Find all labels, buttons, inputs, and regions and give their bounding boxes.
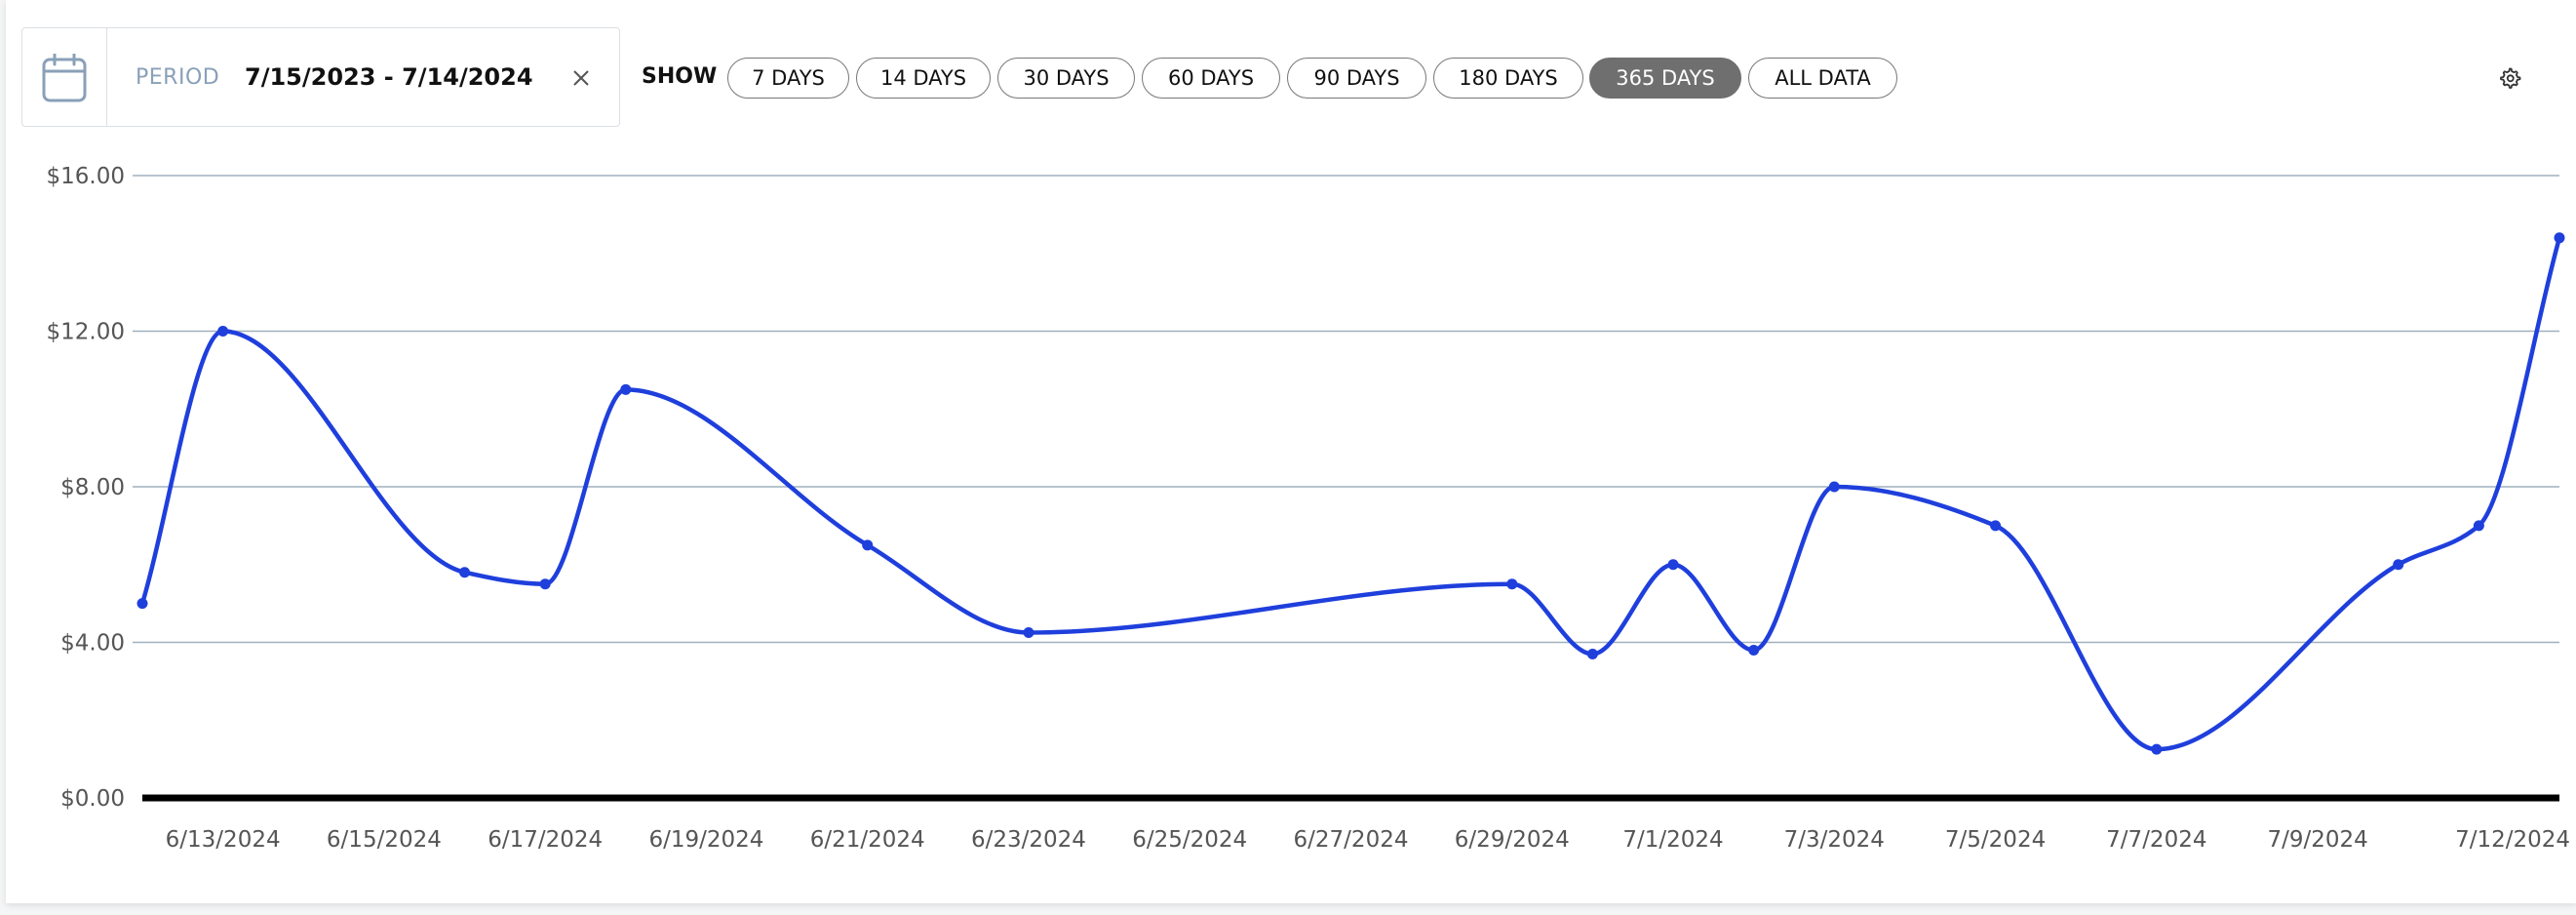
x-tick-label: 7/1/2024 <box>1622 827 1723 853</box>
x-axis-ticks: 6/13/2024 6/15/2024 6/17/2024 6/19/2024 6/21… <box>166 827 2570 853</box>
y-tick-label: $4.00 <box>60 631 125 656</box>
grid-lines <box>133 175 2559 802</box>
data-point <box>2151 743 2163 755</box>
x-tick-label: 7/12/2024 <box>2455 827 2570 853</box>
x-tick-label: 7/3/2024 <box>1784 827 1885 853</box>
data-point <box>539 578 551 590</box>
x-tick-label: 6/29/2024 <box>1455 827 1570 853</box>
data-point <box>137 598 148 610</box>
data-point <box>862 539 874 551</box>
y-tick-label: $12.00 <box>47 320 125 345</box>
x-tick-label: 7/5/2024 <box>1945 827 2046 853</box>
data-point <box>1506 578 1518 590</box>
data-point <box>1990 520 2002 532</box>
y-tick-label: $8.00 <box>60 475 125 500</box>
data-point <box>2554 232 2565 244</box>
x-tick-label: 6/19/2024 <box>648 827 763 853</box>
line-chart: $0.00$4.00$8.00$12.00$16.00 6/13/2024 6/1… <box>47 164 2570 853</box>
series-layer <box>137 232 2565 755</box>
data-point <box>2473 520 2484 532</box>
x-tick-label: 6/15/2024 <box>327 827 442 853</box>
x-tick-label: 7/9/2024 <box>2267 827 2367 853</box>
y-tick-label: $16.00 <box>47 164 125 189</box>
x-tick-label: 6/21/2024 <box>810 827 925 853</box>
data-point <box>1828 481 1840 493</box>
y-tick-label: $0.00 <box>60 786 125 812</box>
data-point <box>1023 627 1034 639</box>
x-tick-label: 6/25/2024 <box>1132 827 1247 853</box>
data-point <box>459 567 471 578</box>
x-tick-label: 7/7/2024 <box>2106 827 2206 853</box>
y-axis-ticks: $0.00 $4.00 $8.00 $12.00 $16.00 <box>47 164 125 812</box>
x-tick-label: 6/23/2024 <box>971 827 1086 853</box>
series-line <box>139 237 2562 752</box>
data-point <box>1667 559 1679 571</box>
x-tick-label: 6/27/2024 <box>1294 827 1409 853</box>
data-point <box>2393 559 2404 571</box>
x-tick-label: 6/13/2024 <box>166 827 281 853</box>
data-point <box>620 383 632 395</box>
data-point <box>217 326 229 337</box>
data-point <box>1748 644 1760 656</box>
data-point <box>1586 648 1598 659</box>
x-tick-label: 6/17/2024 <box>488 827 603 853</box>
